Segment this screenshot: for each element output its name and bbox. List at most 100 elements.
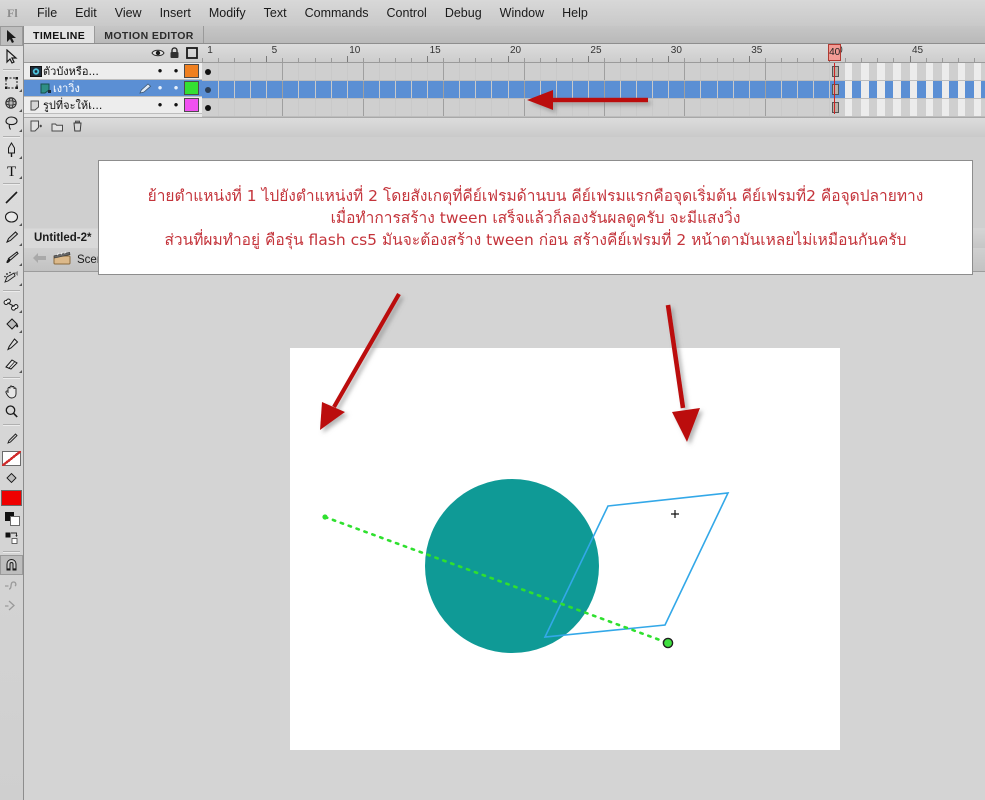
keyframe-marker[interactable] — [205, 69, 211, 75]
empty-frame[interactable] — [974, 81, 981, 98]
new-folder-icon[interactable] — [51, 121, 64, 135]
document-tab[interactable]: Untitled-2* — [24, 229, 103, 248]
delete-layer-icon[interactable] — [72, 120, 83, 135]
empty-frame[interactable] — [861, 99, 868, 116]
swap-colors-button[interactable] — [0, 528, 23, 548]
layer-row-2[interactable]: เงาวิ่ง • • — [24, 80, 202, 97]
empty-frame[interactable] — [893, 63, 900, 80]
layer-visibility-toggle[interactable]: • — [152, 83, 168, 93]
frame-row-3[interactable] — [202, 99, 985, 117]
empty-frame[interactable] — [861, 81, 868, 98]
zoom-tool[interactable] — [0, 401, 23, 421]
empty-frame[interactable] — [926, 81, 933, 98]
menu-commands[interactable]: Commands — [296, 3, 378, 23]
layer-visibility-toggle[interactable]: • — [152, 100, 168, 110]
smooth-icon[interactable] — [0, 575, 23, 595]
menu-edit[interactable]: Edit — [66, 3, 106, 23]
empty-frame[interactable] — [910, 99, 917, 116]
layer-row-1[interactable]: ตัวบังหรือ... • • — [24, 63, 202, 80]
eraser-tool[interactable] — [0, 354, 23, 374]
empty-frame[interactable] — [861, 63, 868, 80]
bone-tool[interactable] — [0, 294, 23, 314]
empty-frame[interactable] — [845, 63, 852, 80]
fill-color-row[interactable] — [0, 468, 23, 488]
empty-frame[interactable] — [845, 81, 852, 98]
layer-row-3[interactable]: รูปที่จะให้เ... • • — [24, 97, 202, 114]
motion-path-end-point[interactable] — [663, 638, 672, 647]
snap-to-objects-icon[interactable] — [0, 555, 23, 575]
brush-tool[interactable] — [0, 247, 23, 267]
menu-text[interactable]: Text — [255, 3, 296, 23]
text-tool[interactable]: T — [0, 160, 23, 180]
stroke-color-swatch[interactable] — [0, 448, 23, 468]
empty-frame[interactable] — [877, 99, 884, 116]
layer-outline-color[interactable] — [184, 64, 199, 78]
playhead-marker[interactable]: 40 — [828, 44, 841, 61]
new-layer-icon[interactable] — [30, 120, 43, 135]
subselection-tool[interactable] — [0, 46, 23, 66]
frames-grid[interactable] — [202, 63, 985, 117]
menu-view[interactable]: View — [106, 3, 151, 23]
timeline-ruler[interactable]: 1510152025303540455055606570758085909540 — [202, 44, 985, 62]
menu-window[interactable]: Window — [491, 3, 553, 23]
frame-row-1[interactable] — [202, 63, 985, 81]
empty-frame[interactable] — [926, 99, 933, 116]
pencil-tool[interactable] — [0, 227, 23, 247]
empty-frame[interactable] — [877, 81, 884, 98]
deco-tool[interactable] — [0, 267, 23, 287]
empty-frame[interactable] — [926, 63, 933, 80]
black-white-button[interactable] — [0, 508, 23, 528]
menu-file[interactable]: File — [28, 3, 66, 23]
keyframe-marker[interactable] — [205, 105, 211, 111]
eyedropper-tool[interactable] — [0, 334, 23, 354]
stage-canvas[interactable] — [290, 348, 840, 750]
layer-lock-toggle[interactable]: • — [168, 83, 184, 93]
tab-timeline[interactable]: TIMELINE — [24, 26, 95, 43]
straighten-icon[interactable] — [0, 595, 23, 615]
empty-frame[interactable] — [958, 99, 965, 116]
menu-insert[interactable]: Insert — [151, 3, 200, 23]
empty-frame[interactable] — [942, 81, 949, 98]
empty-frame[interactable] — [893, 81, 900, 98]
selection-tool[interactable] — [0, 26, 23, 46]
layer-lock-toggle[interactable]: • — [168, 66, 184, 76]
teal-circle[interactable] — [425, 479, 599, 653]
layer-outline-color[interactable] — [184, 98, 199, 112]
menu-modify[interactable]: Modify — [200, 3, 255, 23]
empty-frame[interactable] — [845, 99, 852, 116]
empty-frame[interactable] — [974, 63, 981, 80]
empty-frame[interactable] — [958, 63, 965, 80]
eye-icon[interactable] — [149, 48, 166, 58]
paint-bucket-tool[interactable] — [0, 314, 23, 334]
layer-outline-color[interactable] — [184, 81, 199, 95]
3d-rotation-tool[interactable] — [0, 93, 23, 113]
empty-frame[interactable] — [974, 99, 981, 116]
free-transform-tool[interactable] — [0, 73, 23, 93]
layer-lock-toggle[interactable]: • — [168, 100, 184, 110]
lock-icon[interactable] — [166, 47, 183, 59]
frame-row-2[interactable] — [202, 81, 985, 99]
line-tool[interactable] — [0, 187, 23, 207]
menu-help[interactable]: Help — [553, 3, 597, 23]
lasso-tool[interactable] — [0, 113, 23, 133]
tab-motion-editor[interactable]: MOTION EDITOR — [95, 26, 204, 43]
pen-tool[interactable] — [0, 140, 23, 160]
empty-frame[interactable] — [958, 81, 965, 98]
back-arrow-icon[interactable] — [32, 252, 47, 267]
layer-visibility-toggle[interactable]: • — [152, 66, 168, 76]
empty-frame[interactable] — [910, 63, 917, 80]
menu-debug[interactable]: Debug — [436, 3, 491, 23]
empty-frame[interactable] — [942, 99, 949, 116]
empty-frame[interactable] — [910, 81, 917, 98]
stroke-color-row[interactable] — [0, 428, 23, 448]
hand-tool[interactable] — [0, 381, 23, 401]
empty-frame[interactable] — [877, 63, 884, 80]
menu-control[interactable]: Control — [378, 3, 436, 23]
empty-frame[interactable] — [893, 99, 900, 116]
empty-frame[interactable] — [942, 63, 949, 80]
outline-square-icon[interactable] — [183, 47, 200, 59]
oval-tool[interactable] — [0, 207, 23, 227]
motion-path-start-point[interactable] — [322, 514, 327, 519]
stage-area[interactable] — [24, 272, 985, 800]
fill-color-swatch[interactable] — [0, 488, 23, 508]
